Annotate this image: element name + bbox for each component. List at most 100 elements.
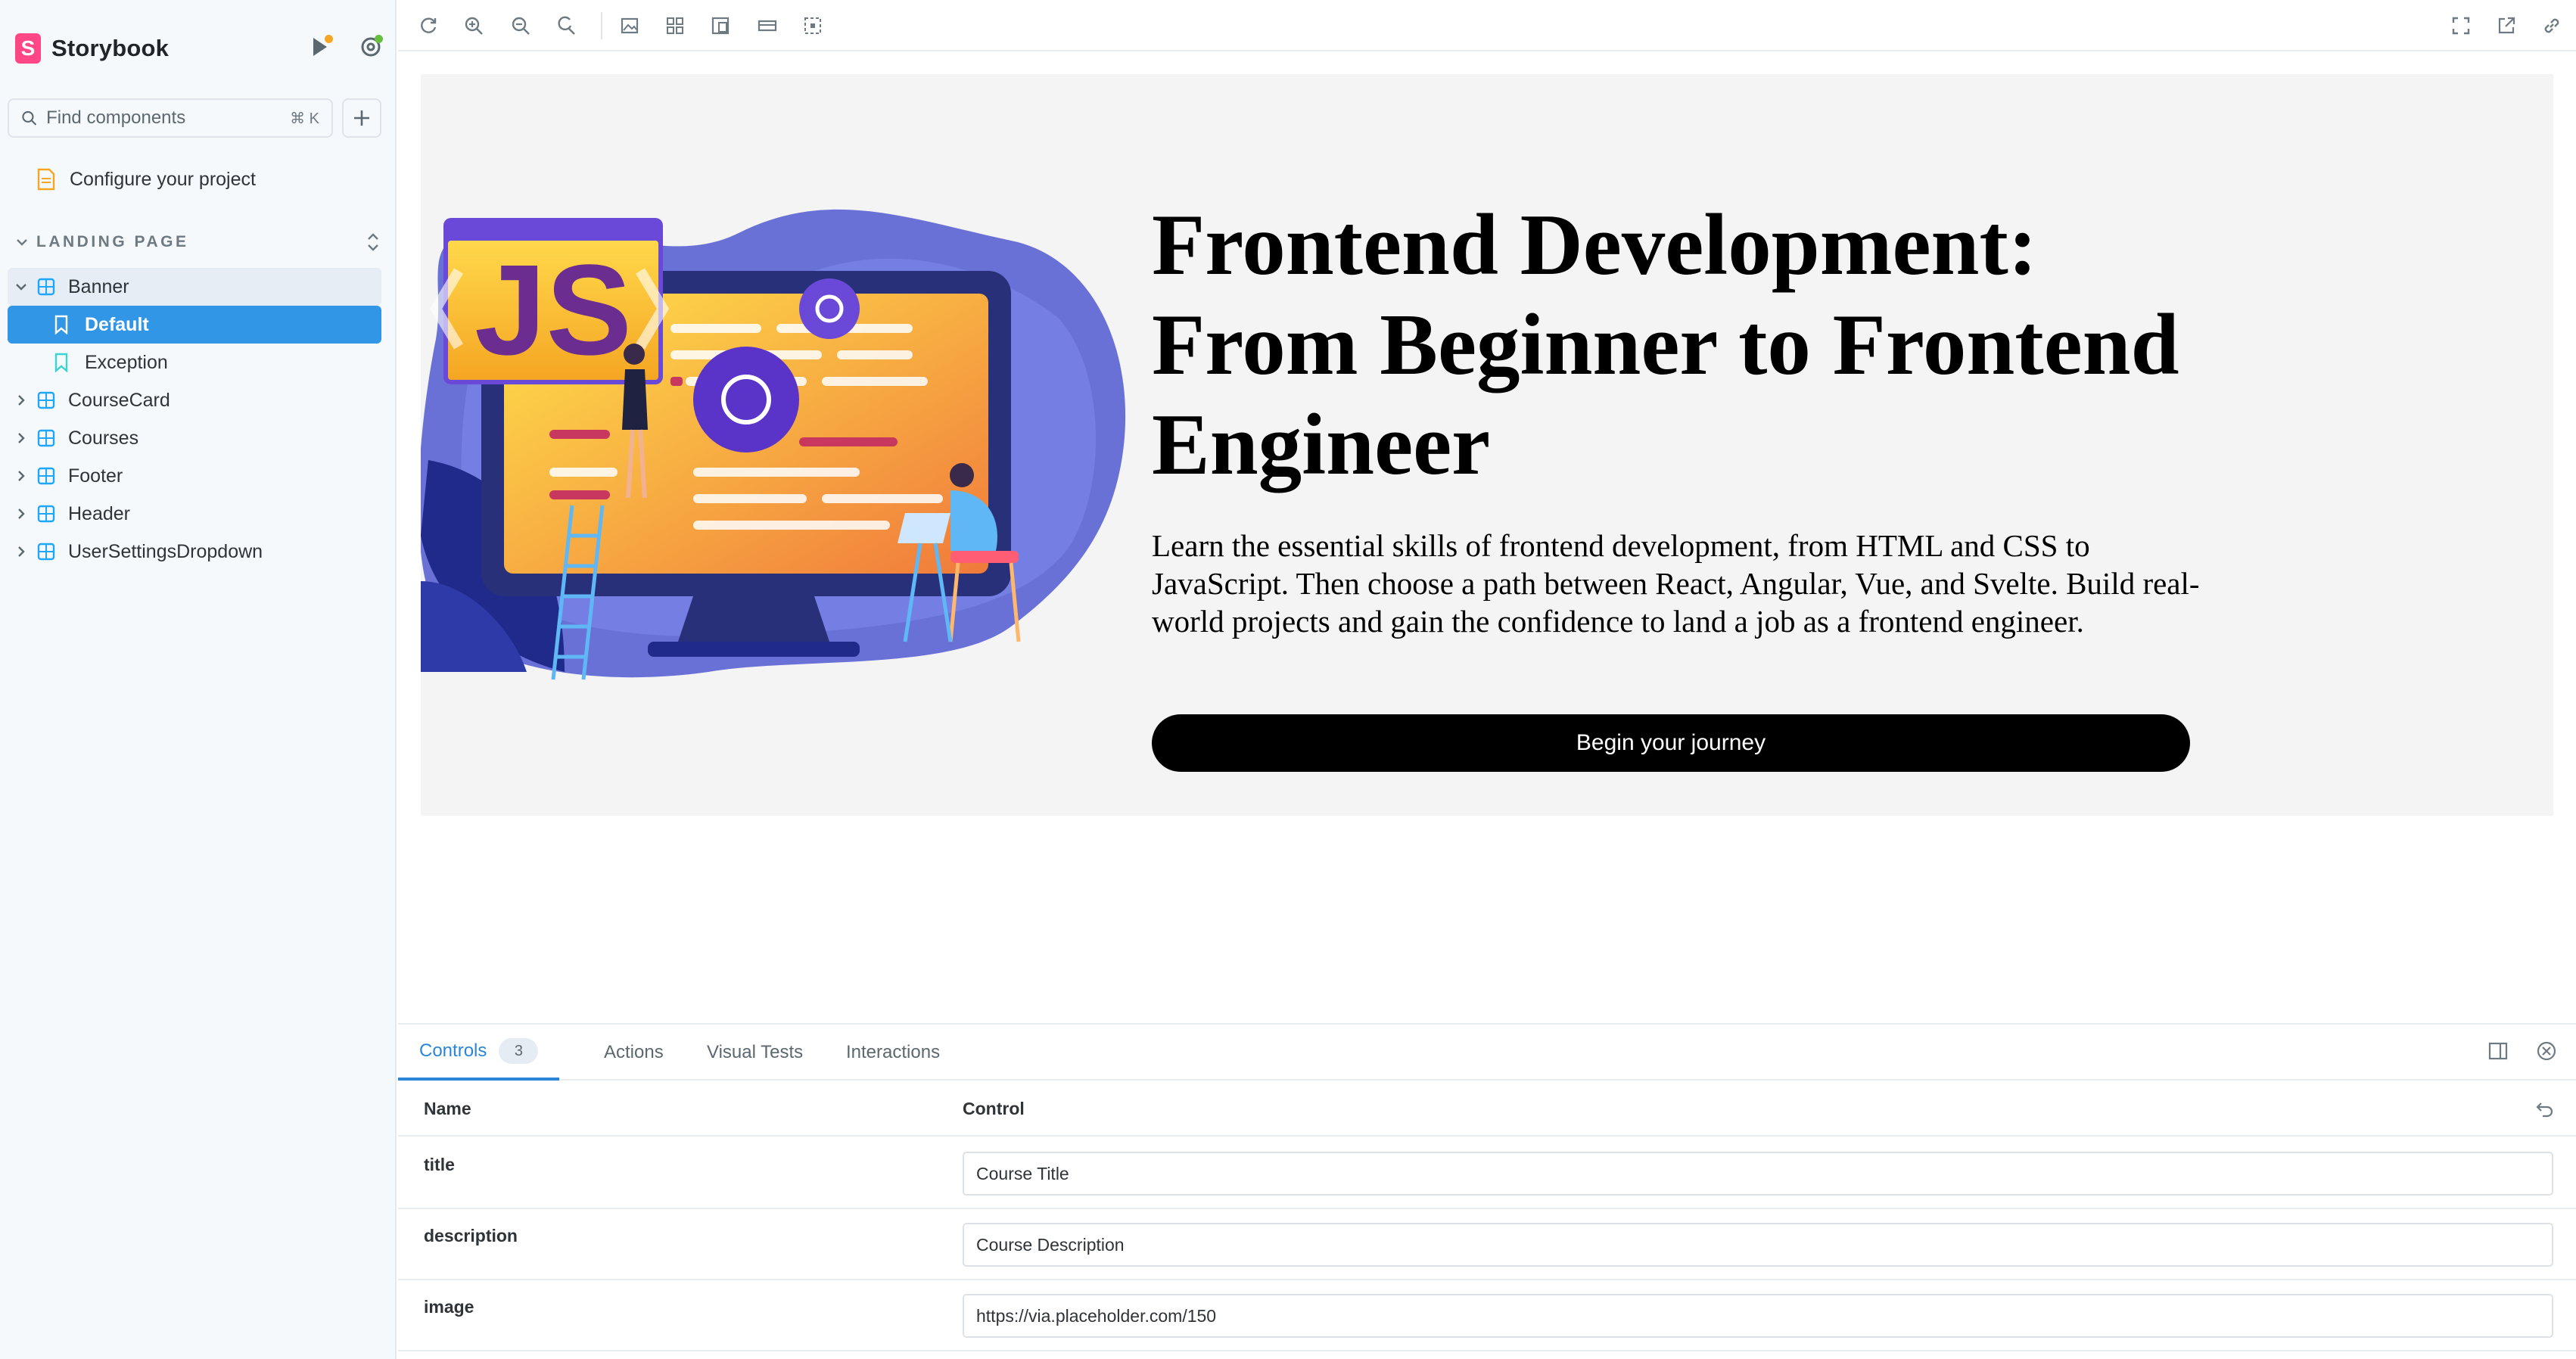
outline-button[interactable] <box>801 14 825 38</box>
copy-link-button[interactable] <box>2540 14 2564 38</box>
viewport-button[interactable] <box>708 14 733 38</box>
sidebar-item-coursecard[interactable]: CourseCard <box>8 381 381 419</box>
tab-label: Visual Tests <box>707 1042 804 1062</box>
tab-controls[interactable]: Controls 3 <box>398 1025 560 1081</box>
story-preview: JS Frontend Development: From Beginner t… <box>398 53 2576 1022</box>
tab-label: Controls <box>419 1040 487 1061</box>
sidebar-item-label: CourseCard <box>68 389 170 411</box>
banner-component: JS Frontend Development: From Beginner t… <box>421 74 2553 816</box>
zoom-out-button[interactable] <box>509 14 533 38</box>
settings-button[interactable] <box>357 33 384 61</box>
search-box[interactable]: ⌘ K <box>8 98 333 138</box>
reload-button[interactable] <box>416 14 440 38</box>
controls-header-row: Name Control <box>398 1082 2576 1137</box>
component-icon <box>37 391 55 409</box>
component-icon <box>37 467 55 485</box>
reset-controls-icon[interactable] <box>2534 1097 2556 1120</box>
svg-text:JS: JS <box>474 238 632 382</box>
control-row-title: title Course Title <box>398 1138 2576 1209</box>
search-input[interactable] <box>46 107 282 129</box>
sidebar-item-label: Footer <box>68 465 123 487</box>
description-control-input[interactable]: Course Description <box>963 1223 2553 1267</box>
begin-journey-button[interactable]: Begin your journey <box>1152 714 2190 772</box>
zoom-out-icon <box>512 17 530 35</box>
component-icon <box>37 505 55 523</box>
tab-actions[interactable]: Actions <box>584 1025 683 1081</box>
zoom-in-button[interactable] <box>462 14 486 38</box>
section-landing-page[interactable]: LANDING PAGE <box>15 232 381 253</box>
sidebar-item-label: UserSettingsDropdown <box>68 540 263 562</box>
chevron-down-icon <box>17 239 27 246</box>
sidebar-item-exception[interactable]: Exception <box>8 344 381 381</box>
configure-project-link[interactable]: Configure your project <box>36 168 256 191</box>
create-story-button[interactable] <box>342 98 381 138</box>
sidebar-item-default[interactable]: Default <box>8 306 381 344</box>
component-icon <box>37 278 55 296</box>
control-name: image <box>424 1297 474 1317</box>
brand[interactable]: S Storybook <box>15 33 169 64</box>
configure-label: Configure your project <box>70 168 256 190</box>
grid-icon <box>667 17 683 34</box>
sidebar-item-label: Banner <box>68 275 129 297</box>
tab-label: Interactions <box>846 1042 941 1062</box>
outline-icon <box>804 17 821 34</box>
ruler-icon <box>758 20 777 32</box>
sidebar-item-label: Courses <box>68 427 139 449</box>
sidebar-item-label: Exception <box>85 351 168 373</box>
fullscreen-icon <box>2452 17 2470 35</box>
sidebar: S Storybook ⌘ K <box>0 0 397 1359</box>
column-control-header: Control <box>963 1098 1025 1118</box>
document-icon <box>37 168 55 191</box>
storybook-logo: S <box>15 33 41 64</box>
zoom-reset-button[interactable] <box>554 14 578 38</box>
fullscreen-button[interactable] <box>2449 14 2473 38</box>
chevron-right-icon <box>18 508 25 519</box>
plus-icon <box>354 110 369 126</box>
banner-title: Frontend Development: From Beginner to F… <box>1152 197 2179 493</box>
whats-new-button[interactable] <box>307 33 334 61</box>
chevron-right-icon <box>18 395 25 406</box>
sidebar-item-label: Default <box>85 313 149 335</box>
background-button[interactable] <box>618 14 642 38</box>
image-control-input[interactable]: https://via.placeholder.com/150 <box>963 1294 2553 1338</box>
measure-button[interactable] <box>755 14 779 38</box>
control-name: description <box>424 1226 518 1245</box>
addons-panel: Controls 3 Actions Visual Tests Interact… <box>398 1023 2576 1359</box>
chevron-right-icon <box>18 471 25 481</box>
preview-toolbar <box>398 0 2576 51</box>
control-name: title <box>424 1155 455 1174</box>
control-row-description: description Course Description <box>398 1209 2576 1280</box>
sidebar-item-header[interactable]: Header <box>8 495 381 533</box>
chevron-down-icon <box>16 284 26 291</box>
tab-interactions[interactable]: Interactions <box>826 1025 960 1081</box>
sidebar-item-usersettingsdropdown[interactable]: UserSettingsDropdown <box>8 533 381 571</box>
title-control-input[interactable]: Course Title <box>963 1152 2553 1196</box>
panel-position-icon[interactable] <box>2487 1040 2509 1062</box>
tab-label: Actions <box>604 1042 664 1062</box>
grid-button[interactable] <box>663 14 687 38</box>
component-icon <box>37 543 55 561</box>
sidebar-item-courses[interactable]: Courses <box>8 419 381 457</box>
search-shortcut: ⌘ K <box>290 110 319 127</box>
controls-count-badge: 3 <box>499 1038 539 1064</box>
open-new-tab-button[interactable] <box>2494 14 2518 38</box>
sidebar-item-banner[interactable]: Banner <box>8 268 381 306</box>
component-icon <box>37 429 55 447</box>
sidebar-item-label: Header <box>68 502 130 524</box>
link-icon <box>2544 18 2559 33</box>
reload-icon <box>421 17 437 33</box>
bookmark-icon <box>54 353 68 372</box>
chevron-right-icon <box>18 433 25 443</box>
search-icon <box>22 110 37 126</box>
share-icon <box>2498 17 2515 34</box>
banner-description: Learn the essential skills of frontend d… <box>1152 528 2200 639</box>
expand-collapse-icon[interactable] <box>365 232 381 253</box>
viewport-icon <box>711 17 730 35</box>
close-icon[interactable] <box>2535 1040 2558 1062</box>
tab-visual-tests[interactable]: Visual Tests <box>687 1025 823 1081</box>
control-row-image: image https://via.placeholder.com/150 <box>398 1280 2576 1351</box>
zoom-reset-icon <box>558 16 575 35</box>
sidebar-item-footer[interactable]: Footer <box>8 457 381 495</box>
image-icon <box>621 17 639 34</box>
section-title: LANDING PAGE <box>36 233 189 250</box>
